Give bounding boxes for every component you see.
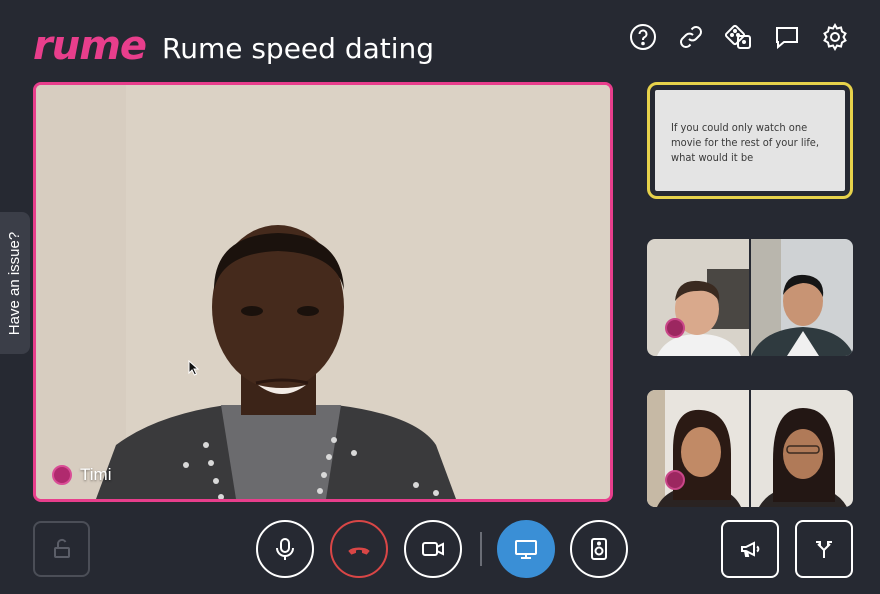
main-video-tile[interactable]: Timi	[33, 82, 613, 502]
participant-video-image	[36, 85, 610, 499]
split-icon	[816, 541, 832, 558]
room-thumbnail-1-video-left	[647, 239, 749, 356]
hang-up-button[interactable]	[330, 520, 388, 578]
lock-button[interactable]	[33, 521, 90, 577]
rume-logo: rume	[33, 23, 147, 69]
camera-button[interactable]	[404, 520, 462, 578]
megaphone-icon	[741, 541, 760, 557]
room-thumbnail-1[interactable]	[647, 239, 853, 356]
mouse-cursor-icon	[188, 360, 200, 376]
announce-button[interactable]	[721, 520, 779, 578]
room-thumbnail-2-video-left	[647, 390, 749, 507]
lock-icon	[53, 538, 70, 558]
controls-divider	[480, 532, 482, 566]
link-icon[interactable]	[676, 22, 706, 52]
room-thumbnail-2[interactable]	[647, 390, 853, 507]
page-title: Rume speed dating	[162, 32, 435, 65]
chat-icon[interactable]	[772, 22, 802, 52]
dice-icon[interactable]	[724, 22, 754, 52]
question-text: If you could only watch one movie for th…	[655, 90, 845, 191]
header-toolbar	[628, 22, 850, 52]
question-card[interactable]: If you could only watch one movie for th…	[647, 82, 853, 199]
room-thumbnail-2-video-right	[751, 390, 853, 507]
have-an-issue-tab[interactable]: Have an issue?	[0, 212, 30, 354]
hang-up-icon	[348, 547, 370, 555]
participant-name: Timi	[80, 465, 112, 484]
settings-icon[interactable]	[820, 22, 850, 52]
help-icon[interactable]	[628, 22, 658, 52]
participant-status-dot	[52, 465, 72, 485]
screen-share-icon	[515, 540, 537, 559]
speaker-button[interactable]	[570, 520, 628, 578]
camera-icon	[422, 542, 444, 556]
room-thumbnail-1-video-right	[751, 239, 853, 356]
screen-share-button[interactable]	[497, 520, 555, 578]
microphone-button[interactable]	[256, 520, 314, 578]
participant-name-tag: Timi	[52, 465, 111, 485]
microphone-icon	[276, 538, 294, 560]
have-an-issue-label: Have an issue?	[6, 231, 24, 335]
speaker-icon	[591, 538, 607, 560]
split-button[interactable]	[795, 520, 853, 578]
